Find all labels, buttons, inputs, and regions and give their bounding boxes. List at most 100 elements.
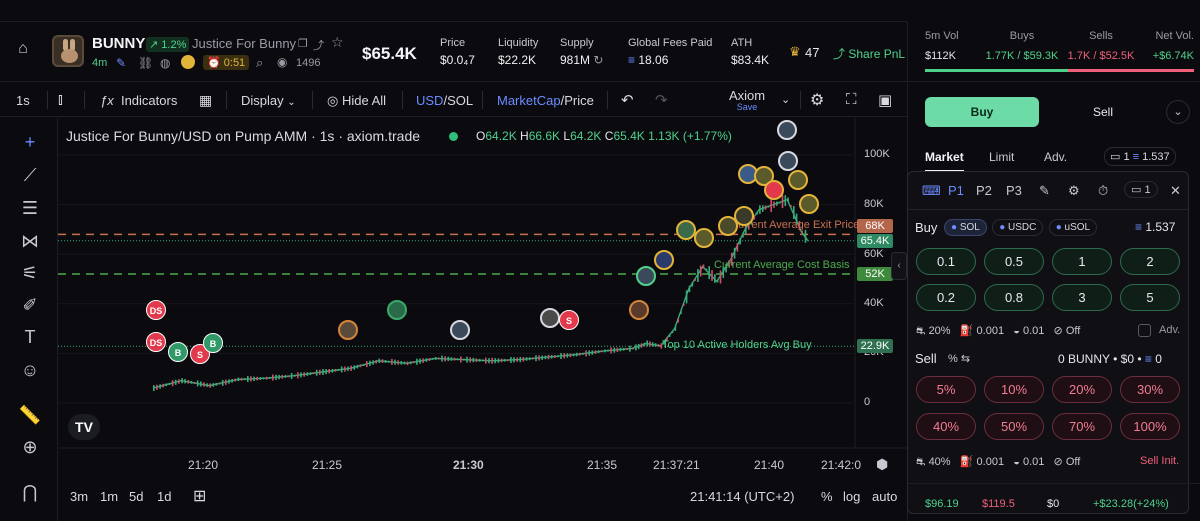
alert-bell-marker[interactable] [694,228,714,248]
mode-toggle[interactable]: MarketCap/Price [497,93,594,108]
trader-avatar[interactable] [540,308,560,328]
brush-icon[interactable]: ✐ [18,293,42,317]
buy-amount-button[interactable]: 0.8 [984,284,1044,311]
sell-marker[interactable] [764,180,784,200]
trader-avatar[interactable] [629,300,649,320]
share-pnl-button[interactable]: ⤴ Share PnL [833,45,905,62]
buy-amount-button[interactable]: 0.2 [916,284,976,311]
indicators-button[interactable]: ƒx Indicators [100,93,177,108]
camera-icon[interactable]: ▣ [878,91,892,109]
pump-icon[interactable] [181,55,195,69]
reset-scale-icon[interactable]: ⬢ [876,456,888,473]
menu-home-icon[interactable]: ⌂ [8,40,38,64]
sell-percent-button[interactable]: 20% [1052,376,1112,403]
emoji-icon[interactable]: ☺ [18,358,42,382]
sell-percent-button[interactable]: 5% [916,376,976,403]
buy-marker[interactable]: B [203,333,223,353]
chevron-down-icon[interactable]: ⌄ [781,93,790,106]
fullscreen-icon[interactable]: ⛶ [846,91,857,108]
gear-icon[interactable]: ⚙ [1068,183,1080,199]
alert-bell-marker[interactable] [788,170,808,190]
sell-percent-button[interactable]: 40% [916,413,976,440]
range-1m[interactable]: 1m [100,489,118,504]
redo-icon[interactable]: ↷ [655,91,668,109]
sell-mode-toggle[interactable]: % ⇆ [948,352,970,365]
wallets-selector[interactable]: ▭ 1 [1124,181,1158,198]
range-5d[interactable]: 5d [129,489,143,504]
currency-usdc[interactable]: ● USDC [992,219,1044,236]
range-1d[interactable]: 1d [157,489,171,504]
gear-icon[interactable]: ⚙ [810,90,824,110]
close-icon[interactable]: ✕ [1170,183,1181,199]
alert-bell-marker[interactable] [734,206,754,226]
zoom-in-icon[interactable]: ⊕ [18,435,42,459]
tab-adv[interactable]: Adv. [1044,150,1067,164]
buy-amount-button[interactable]: 5 [1120,284,1180,311]
link-icon[interactable]: ⛓ [138,56,153,70]
chevron-down-icon[interactable]: ⌄ [1166,100,1190,124]
edit-icon[interactable]: ✎ [1039,183,1050,199]
currency-toggle[interactable]: USD/SOL [416,93,473,108]
crosshair-icon[interactable]: + [18,130,42,154]
tab-market[interactable]: Market [925,150,964,172]
alert-bell-marker[interactable] [799,194,819,214]
globe-icon[interactable]: ◍ [160,56,170,70]
chevron-left-icon[interactable]: ‹ [891,252,907,280]
trader-avatar[interactable] [778,151,798,171]
price-chart[interactable]: Justice For Bunny/USD on Pump AMM · 1s ·… [58,118,907,521]
trader-avatar[interactable] [636,266,656,286]
copy-icon[interactable]: ❐ [298,37,308,50]
fib-icon[interactable]: ☰ [18,196,42,220]
trend-line-icon[interactable]: ⟋ [18,163,42,187]
keyboard-icon[interactable]: ⌨ [922,183,941,199]
log-toggle[interactable]: log [843,489,860,504]
star-icon[interactable]: ☆ [331,34,344,51]
text-icon[interactable]: T [18,325,42,349]
preset-p1[interactable]: P1 [948,183,964,198]
calendar-icon[interactable]: ⊞ [193,486,206,506]
layout-grid-icon[interactable]: ▦ [199,92,212,109]
share-icon[interactable]: ⤴ [313,37,324,53]
sell-percent-button[interactable]: 30% [1120,376,1180,403]
trader-avatar[interactable] [676,220,696,240]
buy-amount-button[interactable]: 0.5 [984,248,1044,275]
display-dropdown[interactable]: Display ⌄ [241,93,296,108]
ruler-icon[interactable]: 📏 [18,403,42,427]
auto-toggle[interactable]: auto [872,489,897,504]
tradingview-logo[interactable]: TV [68,414,100,440]
prediction-icon[interactable]: ⚟ [18,261,42,285]
hide-all-button[interactable]: ◎ Hide All [327,93,386,109]
candle-type-icon[interactable]: ⫾ [58,91,63,108]
sell-tab[interactable]: Sell [1046,97,1160,127]
magnet-icon[interactable]: ⋂ [18,480,42,504]
trader-avatar[interactable] [338,320,358,340]
undo-icon[interactable]: ↶ [621,91,634,109]
sell-percent-button[interactable]: 100% [1120,413,1180,440]
buy-tab[interactable]: Buy [925,97,1039,127]
sell-init-button[interactable]: Sell Init. [1140,455,1179,467]
buy-amount-button[interactable]: 2 [1120,248,1180,275]
trader-avatar[interactable] [387,300,407,320]
trader-avatar[interactable] [450,320,470,340]
sell-percent-button[interactable]: 50% [984,413,1044,440]
buy-marker[interactable]: B [168,342,188,362]
timer-icon[interactable]: ⏱ [1098,183,1108,199]
buy-amount-button[interactable]: 1 [1052,248,1112,275]
search-icon[interactable]: ⌕ [256,55,263,71]
dev-sell-marker[interactable]: DS [146,332,166,352]
wallet-selector[interactable]: ▭ 1 ≡ 1.537 [1104,147,1176,166]
pattern-icon[interactable]: ⋈ [18,229,42,253]
trader-avatar[interactable] [777,120,797,140]
interval-button[interactable]: 1s [16,93,30,108]
tab-limit[interactable]: Limit [989,150,1014,164]
preset-p3[interactable]: P3 [1006,183,1022,198]
percent-toggle[interactable]: % [821,489,833,504]
sell-marker[interactable]: S [559,310,579,330]
range-3m[interactable]: 3m [70,489,88,504]
advanced-checkbox[interactable] [1138,324,1151,337]
preset-p2[interactable]: P2 [976,183,992,198]
layout-save-button[interactable]: Axiom Save [729,88,765,112]
buy-amount-button[interactable]: 3 [1052,284,1112,311]
sell-percent-button[interactable]: 10% [984,376,1044,403]
pen-icon[interactable]: ✎ [116,56,126,70]
